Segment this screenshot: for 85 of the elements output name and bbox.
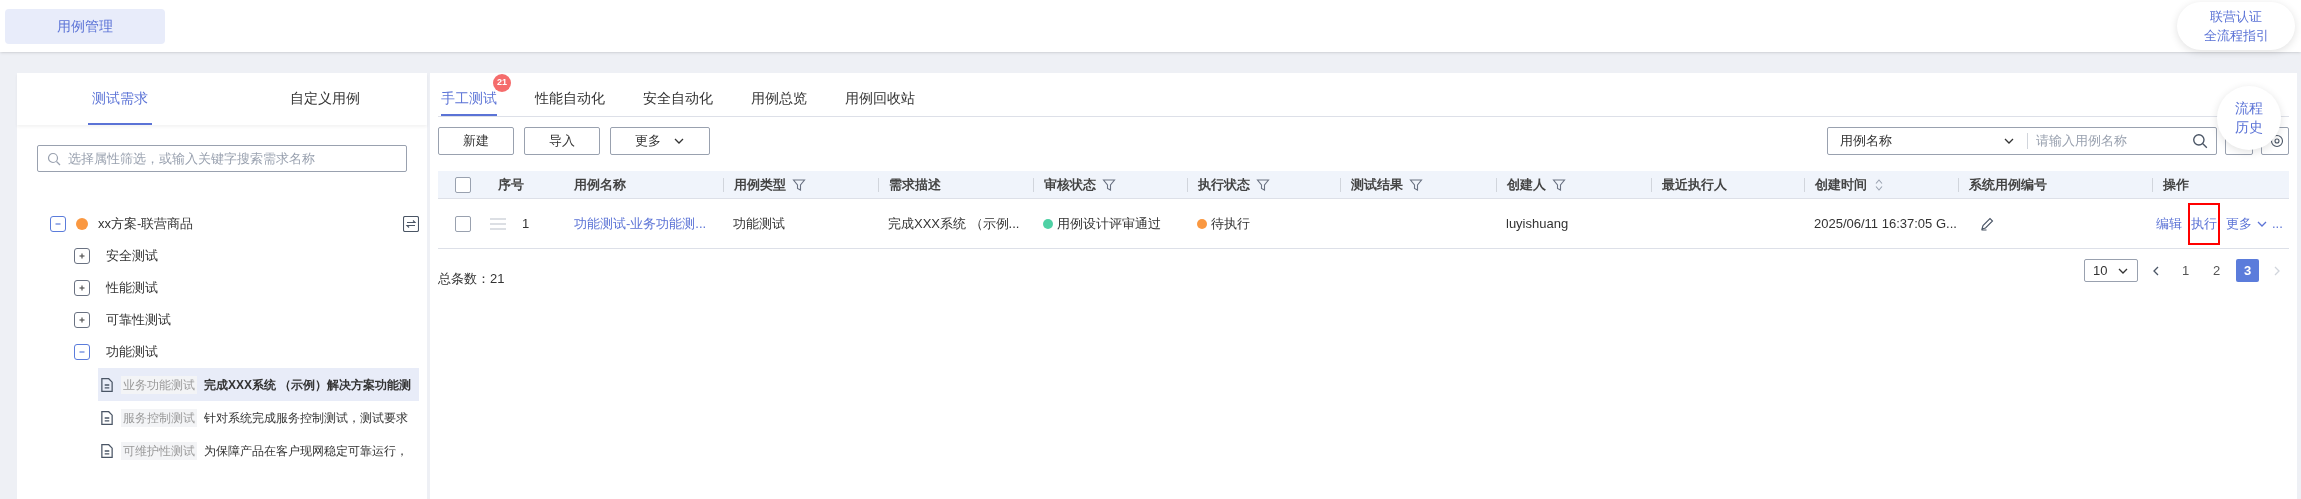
overflow-mark: ... (2272, 214, 2283, 233)
page-button[interactable]: 3 (2236, 259, 2259, 282)
tree-item[interactable]: xx方案-联营商品 (98, 214, 393, 234)
case-tab[interactable]: 用例总览 (751, 82, 807, 116)
requirement-description: 针对系统完成服务控制测试，测试要求 (204, 409, 408, 427)
plus-icon (78, 284, 86, 292)
status-text: 用例设计评审通过 (1057, 214, 1161, 233)
case-search-field[interactable]: 用例名称 请输入用例名称 (1827, 127, 2217, 155)
requirement-search-field[interactable]: 选择属性筛选，或输入关键字搜索需求名称 (37, 145, 407, 172)
plus-icon (78, 316, 86, 324)
filter-icon[interactable] (792, 177, 806, 192)
column-header: 序号 (498, 175, 524, 194)
column-header: 审核状态 (1044, 175, 1096, 194)
more-actions-link[interactable]: 更多 (2226, 213, 2268, 234)
column-header: 用例名称 (574, 175, 626, 194)
search-field-select[interactable]: 用例名称 (1840, 131, 1892, 151)
document-icon (100, 376, 114, 393)
case-tab[interactable]: 性能自动化 (535, 82, 605, 116)
table-cell: luyishuang (1506, 215, 1569, 231)
column-header: 系统用例编号 (1969, 175, 2047, 194)
module-tab[interactable]: 用例管理 (5, 8, 165, 44)
search-icon[interactable] (2192, 133, 2208, 149)
case-tab[interactable]: 用例回收站 (845, 82, 915, 116)
requirement-tag: 业务功能测试 (121, 375, 197, 394)
action-link[interactable]: 编辑 (2156, 213, 2182, 234)
toolbar-button[interactable]: 新建 (438, 127, 514, 155)
table-cell: 完成XXX系统 （示例... (888, 215, 1020, 231)
count-badge: 21 (493, 74, 511, 92)
table-cell: 功能测试 (733, 215, 785, 231)
requirement-description: 完成XXX系统 （示例）解决方案功能测 (204, 376, 412, 394)
tree-item[interactable]: 功能测试 (106, 342, 158, 362)
expand-toggle[interactable] (74, 312, 90, 328)
page-button[interactable]: 1 (2174, 259, 2197, 282)
action-link[interactable]: 执行 (2190, 204, 2218, 243)
column-header: 用例类型 (734, 175, 786, 194)
table-cell: 2025/06/11 16:37:05 G... (1814, 215, 1957, 231)
minus-icon (78, 348, 86, 356)
search-icon (47, 152, 61, 166)
guide-button[interactable]: 联营认证 全流程指引 (2177, 2, 2295, 50)
name-search-input[interactable]: 请输入用例名称 (2028, 131, 2192, 151)
requirement-row[interactable]: 业务功能测试 完成XXX系统 （示例）解决方案功能测 (98, 368, 419, 401)
panel-tab[interactable]: 测试需求 (87, 73, 152, 125)
requirement-tag: 可维护性测试 (121, 441, 197, 460)
column-header: 创建时间 (1815, 175, 1867, 194)
filter-icon[interactable] (1102, 177, 1116, 192)
document-icon (100, 409, 114, 426)
plus-icon (78, 252, 86, 260)
tree-item[interactable]: 性能测试 (106, 278, 158, 298)
column-header: 最近执行人 (1662, 175, 1727, 194)
column-header: 执行状态 (1198, 175, 1250, 194)
total-count: 总条数：21 (438, 270, 505, 288)
collapse-toggle[interactable] (74, 344, 90, 360)
swap-icon[interactable] (403, 216, 419, 232)
tree-item[interactable]: 安全测试 (106, 246, 158, 266)
page-button[interactable]: 2 (2205, 259, 2228, 282)
filter-icon[interactable] (1409, 177, 1423, 192)
requirement-row[interactable]: 服务控制测试 针对系统完成服务控制测试，测试要求 (98, 401, 419, 434)
column-header: 创建人 (1507, 175, 1546, 194)
column-header: 操作 (2163, 175, 2189, 194)
edit-icon[interactable] (1980, 216, 1994, 231)
table-cell-text: 1 (522, 214, 530, 233)
column-header: 测试结果 (1351, 175, 1403, 194)
minus-icon (54, 220, 62, 228)
collapse-toggle[interactable] (50, 216, 66, 232)
settings-icon (2270, 134, 2284, 148)
case-tab[interactable]: 安全自动化 (643, 82, 713, 116)
panel-tab[interactable]: 自定义用例 (285, 73, 364, 125)
document-icon (100, 442, 114, 459)
select-all-checkbox[interactable] (455, 176, 471, 193)
row-checkbox[interactable] (455, 215, 471, 232)
filter-icon[interactable] (1552, 177, 1566, 192)
requirement-row[interactable]: 可维护性测试 为保障产品在客户现网稳定可靠运行， (98, 434, 419, 467)
drag-handle-icon[interactable] (490, 217, 506, 230)
case-name-link[interactable]: 功能测试-业务功能测... (574, 215, 707, 231)
more-dropdown[interactable]: 更多 (610, 127, 710, 155)
requirement-description: 为保障产品在客户现网稳定可靠运行， (204, 442, 408, 460)
expand-toggle[interactable] (74, 280, 90, 296)
expand-toggle[interactable] (74, 248, 90, 264)
tree-item[interactable]: 可靠性测试 (106, 310, 171, 330)
requirement-tag: 服务控制测试 (121, 408, 197, 427)
filter-icon[interactable] (1256, 177, 1270, 192)
status-text: 待执行 (1211, 214, 1250, 233)
toolbar-button[interactable]: 导入 (524, 127, 600, 155)
page-size-select[interactable]: 10 (2084, 259, 2138, 282)
column-header: 需求描述 (889, 175, 941, 194)
